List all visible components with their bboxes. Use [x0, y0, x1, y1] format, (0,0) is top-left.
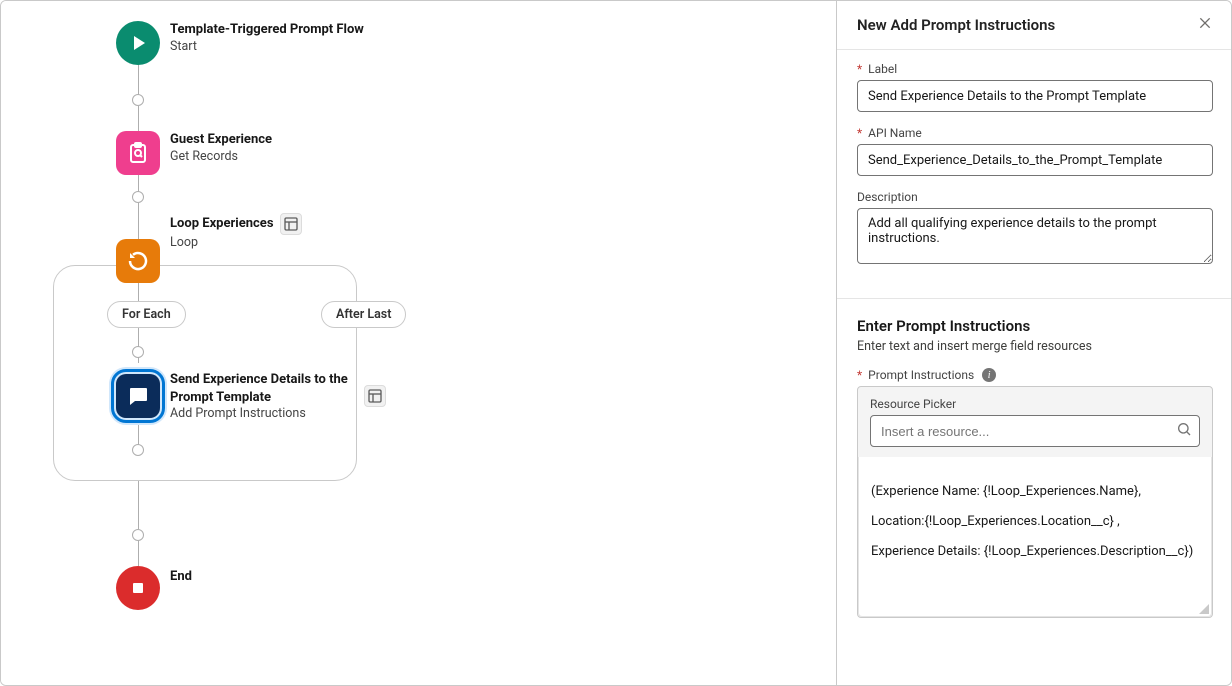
resize-handle[interactable]	[1199, 604, 1209, 614]
connector	[138, 481, 139, 529]
prompt-field-label: Prompt Instructions	[868, 368, 974, 382]
description-textarea[interactable]	[857, 208, 1213, 264]
section-title: Enter Prompt Instructions	[857, 317, 1213, 335]
section-hint: Enter text and insert merge field resour…	[857, 339, 1213, 354]
start-sub: Start	[170, 39, 364, 54]
info-icon[interactable]: i	[982, 368, 996, 382]
clipboard-search-icon	[116, 131, 160, 175]
connector-dot[interactable]	[132, 529, 144, 541]
loop-icon	[116, 239, 160, 283]
connector	[138, 203, 139, 239]
loop-node[interactable]: Loop Experiences Loop	[116, 239, 160, 283]
close-button[interactable]	[1195, 13, 1215, 37]
getrec-title: Guest Experience	[170, 131, 272, 149]
connector	[138, 106, 139, 131]
connector-dot[interactable]	[132, 191, 144, 203]
prompt-line: Location:{!Loop_Experiences.Location__c}…	[871, 507, 1199, 537]
start-node[interactable]: Template-Triggered Prompt Flow Start	[116, 21, 364, 65]
prompt-node[interactable]: Send Experience Details to the Prompt Te…	[116, 371, 386, 421]
close-icon	[1197, 15, 1213, 31]
apiname-input[interactable]	[857, 144, 1213, 176]
prompt-line: (Experience Name: {!Loop_Experiences.Nam…	[871, 477, 1199, 507]
description-field-label: Description	[857, 190, 918, 204]
prompt-sub: Add Prompt Instructions	[170, 406, 350, 421]
chat-icon	[116, 374, 160, 418]
connector	[138, 541, 139, 566]
end-node[interactable]: End	[116, 566, 192, 610]
connector-dot[interactable]	[132, 346, 144, 358]
connector-dot[interactable]	[132, 444, 144, 456]
loop-title: Loop Experiences	[170, 215, 274, 233]
expand-icon[interactable]	[364, 385, 386, 407]
label-field-label: Label	[868, 62, 897, 76]
for-each-pill[interactable]: For Each	[107, 301, 186, 328]
side-panel: New Add Prompt Instructions *Label *API …	[836, 1, 1231, 685]
get-records-node[interactable]: Guest Experience Get Records	[116, 131, 272, 175]
start-title: Template-Triggered Prompt Flow	[170, 21, 364, 39]
panel-title: New Add Prompt Instructions	[857, 16, 1055, 34]
resource-picker-label: Resource Picker	[870, 397, 1200, 411]
connector-dot[interactable]	[132, 94, 144, 106]
apiname-field-label: API Name	[868, 126, 922, 140]
loop-sub: Loop	[170, 235, 350, 250]
prompt-line: Experience Details: {!Loop_Experiences.D…	[871, 537, 1199, 567]
resource-picker-input[interactable]	[870, 415, 1200, 447]
flow-canvas[interactable]: For Each After Last Template-Triggered P…	[1, 1, 836, 685]
label-input[interactable]	[857, 80, 1213, 112]
getrec-sub: Get Records	[170, 149, 272, 164]
prompt-instructions-editor[interactable]: (Experience Name: {!Loop_Experiences.Nam…	[858, 457, 1212, 617]
prompt-title: Send Experience Details to the Prompt Te…	[170, 371, 350, 406]
end-title: End	[170, 568, 192, 586]
play-icon	[116, 21, 160, 65]
expand-icon[interactable]	[280, 213, 302, 235]
after-last-pill[interactable]: After Last	[321, 301, 406, 328]
stop-icon	[116, 566, 160, 610]
